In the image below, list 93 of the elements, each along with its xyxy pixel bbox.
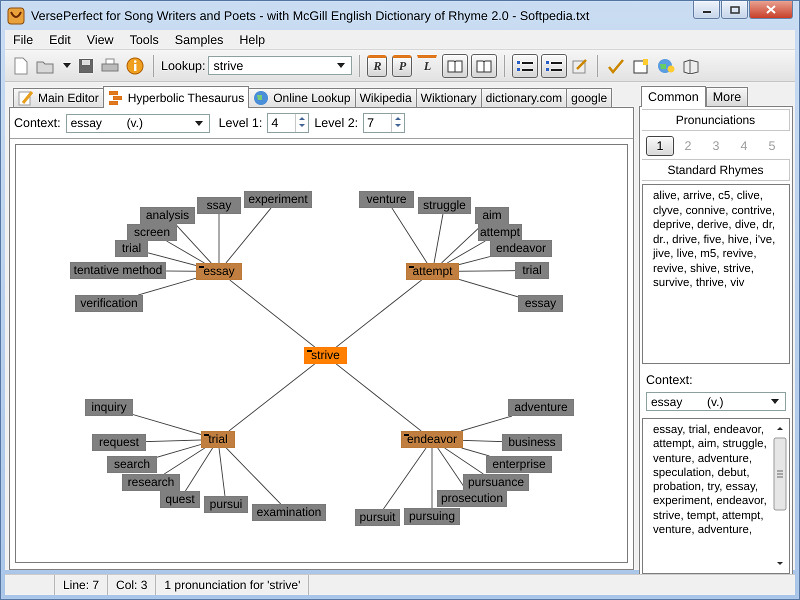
tab[interactable]: google: [566, 88, 612, 107]
window-title: VersePerfect for Song Writers and Poets - with McGill English Dictionary of Rhyme 2.0 - Softpedia.txt: [31, 8, 590, 22]
level-spinner[interactable]: 4: [267, 113, 310, 133]
tree-icon: [108, 90, 124, 106]
graph-node[interactable]: screen: [127, 224, 177, 241]
status-text: 1 pronunciation for 'strive': [156, 575, 310, 595]
graph-node[interactable]: tentative method: [70, 262, 166, 279]
connector-line: [132, 414, 202, 435]
level-label: Level 1:: [218, 116, 262, 130]
graph-node[interactable]: analysis: [140, 207, 195, 224]
graph-node[interactable]: endeavor: [490, 240, 552, 257]
graph-node[interactable]: attempt: [478, 224, 522, 241]
graph-node[interactable]: enterprise: [486, 456, 552, 473]
tab[interactable]: Wiktionary: [416, 88, 482, 107]
graph-node[interactable]: search: [107, 456, 157, 473]
section-header: Pronunciations: [642, 109, 790, 131]
menu-item[interactable]: Help: [231, 32, 274, 46]
dropdown-arrow-icon: [771, 399, 779, 404]
graph-node[interactable]: attempt: [406, 263, 459, 280]
graph-node[interactable]: pursui: [204, 496, 248, 513]
graph-node[interactable]: essay: [518, 295, 563, 312]
tab[interactable]: dictionary.com: [480, 88, 568, 107]
minimize-button[interactable]: [693, 1, 720, 19]
lookup-label: Lookup:: [161, 58, 206, 72]
maximize-icon: [730, 6, 740, 14]
globe-icon: [253, 90, 270, 106]
tab[interactable]: Wikipedia: [354, 88, 417, 107]
dropdown-arrow-icon: [194, 120, 203, 126]
section-header: Standard Rhymes: [642, 159, 790, 181]
graph-node[interactable]: venture: [359, 191, 414, 208]
close-button[interactable]: [749, 1, 793, 19]
status-text: Col: 3: [108, 575, 156, 595]
list-icon[interactable]: [541, 54, 568, 78]
graph-node[interactable]: research: [122, 474, 180, 491]
graph-node[interactable]: endeavor: [401, 431, 463, 448]
maximize-button[interactable]: [721, 1, 748, 19]
graph-node[interactable]: examination: [252, 504, 326, 521]
level-label: Level 2:: [314, 116, 358, 130]
close-icon: [766, 5, 776, 14]
tab[interactable]: Hyperbolic Thesaurus: [102, 86, 250, 108]
menu-item[interactable]: File: [5, 32, 42, 46]
graph-node[interactable]: struggle: [418, 197, 471, 214]
graph-node[interactable]: verification: [75, 295, 143, 312]
graph-node[interactable]: ssay: [197, 197, 241, 214]
caret-icon[interactable]: [63, 63, 71, 68]
graph-node[interactable]: strive: [304, 347, 347, 364]
rhyme-mode-button[interactable]: L: [417, 54, 438, 76]
context-label: Context:: [14, 116, 61, 130]
graph-node[interactable]: essay: [196, 263, 242, 280]
tab[interactable]: Online Lookup: [248, 88, 356, 107]
graph-node[interactable]: trial: [515, 262, 549, 279]
graph-node[interactable]: prosecution: [437, 490, 507, 507]
synonyms-list: essay, trial, endeavor, attempt, aim, struggle, venture, adventure, speculation, debut, probation, try, essay, experiment, endeavor, strive, tempt, attempt, venture, adventure,: [645, 421, 773, 571]
graph-node[interactable]: pursuance: [463, 474, 529, 491]
lookup-combo[interactable]: strive: [208, 56, 352, 75]
graph-node[interactable]: aim: [475, 207, 509, 224]
context-label: Context:: [645, 372, 694, 387]
list-icon[interactable]: [512, 54, 538, 78]
graph-node[interactable]: pursuing: [404, 508, 460, 525]
connector-line: [166, 270, 196, 272]
graph-node[interactable]: request: [92, 434, 146, 451]
graph-node[interactable]: business: [502, 434, 562, 451]
context-combo[interactable]: essay (v.): [66, 114, 210, 132]
menu-item[interactable]: View: [78, 32, 122, 46]
graph-node[interactable]: trial: [201, 431, 235, 448]
dropdown-arrow-icon: [337, 63, 346, 68]
app-logo-icon: [7, 6, 25, 24]
graph-node[interactable]: inquiry: [85, 399, 133, 416]
context-combo[interactable]: essay (v.): [646, 392, 786, 411]
tab[interactable]: More: [706, 87, 748, 106]
connector-line: [218, 214, 220, 264]
graph-node[interactable]: adventure: [508, 399, 574, 416]
tab[interactable]: Common: [641, 86, 706, 107]
status-text: Line: 7: [55, 575, 108, 595]
connector-line: [382, 448, 427, 510]
connector-line: [138, 278, 196, 296]
graph-node[interactable]: experiment: [244, 191, 312, 208]
menu-item[interactable]: Samples: [166, 32, 232, 46]
rhyme-mode-button[interactable]: R: [367, 54, 388, 76]
connector-line: [462, 440, 502, 442]
rhymes-list: alive, arrive, c5, clive, clyve, connive, contrive, deprive, derive, dive, dr, dr., drive, five, hive, i've, jive, live, m5, revive, revive, shive, strive, survive, thrive, viv: [642, 184, 790, 364]
graph-node[interactable]: pursuit: [355, 509, 400, 526]
connector-line: [458, 270, 516, 272]
connector-line: [458, 278, 518, 298]
pronunciation-button[interactable]: 1: [646, 136, 674, 156]
graph-node[interactable]: quest: [160, 491, 200, 508]
menu-item[interactable]: Edit: [41, 32, 79, 46]
graph-node[interactable]: trial: [115, 240, 148, 257]
connector-line: [460, 416, 513, 432]
rhyme-mode-button[interactable]: P: [392, 54, 412, 76]
level-spinner[interactable]: 7: [363, 113, 406, 133]
menu-item[interactable]: Tools: [122, 32, 167, 46]
tab[interactable]: Main Editor: [13, 88, 104, 107]
